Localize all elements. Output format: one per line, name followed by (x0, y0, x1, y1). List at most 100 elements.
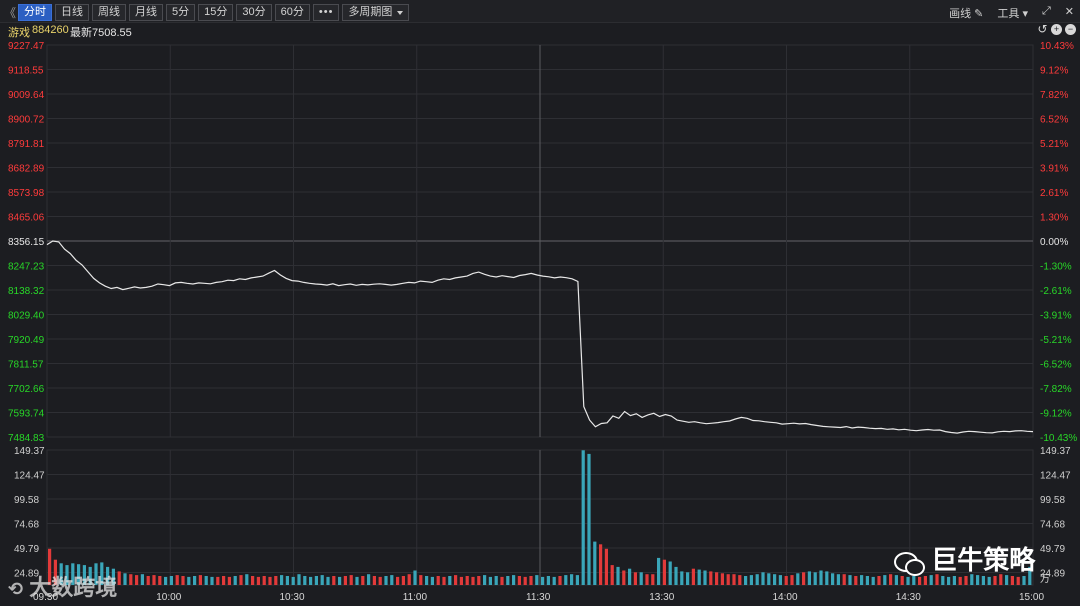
volume-bar (372, 576, 376, 585)
pct-tick-label: 7.82% (1040, 90, 1068, 101)
volume-bar (233, 576, 237, 585)
left-watermark: ⟲ 大数跨境 (8, 570, 117, 602)
volume-bar (610, 565, 614, 585)
volume-bar (338, 576, 342, 585)
volume-bar (877, 576, 881, 585)
price-tick-label: 8138.32 (8, 286, 45, 297)
volume-bar (488, 576, 492, 585)
volume-bar (442, 576, 446, 585)
volume-bar (1010, 576, 1014, 585)
volume-bar (401, 576, 405, 585)
pct-tick-label: -5.21% (1040, 335, 1072, 346)
volume-tick-label-right: 124.47 (1040, 471, 1071, 482)
volume-bar (245, 574, 249, 585)
volume-bar (604, 548, 608, 585)
volume-bar (164, 576, 168, 585)
volume-bar (146, 576, 150, 585)
price-tick-label: 7484.83 (8, 433, 45, 444)
right-watermark: 巨牛策略 (894, 540, 1035, 577)
intraday-chart[interactable]: 9227.47 10.43% 9118.55 9.12% 9009.64 7.82% 890… (0, 0, 1080, 606)
price-tick-label: 8791.81 (8, 139, 45, 150)
volume-bar (349, 575, 353, 585)
volume-bar (314, 576, 318, 585)
volume-bar (570, 574, 574, 585)
volume-bar (883, 575, 887, 585)
pct-tick-label: -9.12% (1040, 409, 1072, 420)
pct-tick-label: 9.12% (1040, 66, 1068, 77)
volume-bar (1022, 576, 1026, 585)
volume-bar (378, 576, 382, 585)
price-tick-label: 8247.23 (8, 262, 45, 273)
pct-tick-label: 6.52% (1040, 115, 1068, 126)
volume-tick-label: 99.58 (14, 495, 39, 506)
volume-bar (251, 576, 255, 585)
volume-bar (651, 574, 655, 585)
volume-bar (918, 576, 922, 585)
volume-bar (773, 574, 777, 585)
volume-bar (842, 574, 846, 585)
volume-bar (964, 576, 968, 585)
volume-bar (483, 575, 487, 585)
wechat-icon (894, 550, 925, 577)
volume-bar (169, 576, 173, 585)
volume-bar (280, 575, 284, 585)
pct-tick-label: -6.52% (1040, 360, 1072, 371)
volume-bar (436, 576, 440, 585)
volume-bar (332, 576, 336, 585)
volume-bar (181, 576, 185, 585)
pct-tick-label: 1.30% (1040, 213, 1068, 224)
volume-bar (285, 576, 289, 585)
volume-bar (720, 573, 724, 585)
price-tick-label: 9227.47 (8, 41, 45, 52)
volume-bar (587, 453, 591, 585)
volume-bar (865, 576, 869, 585)
volume-bar (262, 576, 266, 585)
volume-unit-label: 万 (1040, 574, 1050, 585)
volume-bar (593, 541, 597, 585)
volume-bar (900, 576, 904, 585)
volume-bar (193, 576, 197, 585)
volume-bar (871, 576, 875, 585)
pct-tick-label: -3.91% (1040, 311, 1072, 322)
pct-tick-label: 5.21% (1040, 139, 1068, 150)
volume-bar (645, 574, 649, 585)
price-tick-label: 9009.64 (8, 90, 45, 101)
volume-bar (993, 576, 997, 585)
volume-bar (140, 574, 144, 585)
volume-bar (981, 576, 985, 585)
right-watermark-text: 巨牛策略 (931, 545, 1036, 575)
volume-bar (500, 576, 504, 585)
volume-bar (222, 576, 226, 585)
volume-bar (465, 576, 469, 585)
volume-bar (674, 566, 678, 585)
volume-tick-label-right: 149.37 (1040, 446, 1071, 457)
price-tick-label: 8465.06 (8, 213, 45, 224)
volume-bar (407, 574, 411, 585)
pct-tick-label: 3.91% (1040, 164, 1068, 175)
volume-bar (413, 570, 417, 585)
volume-bar (657, 557, 661, 585)
volume-bar (239, 575, 243, 585)
volume-bar (384, 576, 388, 585)
volume-bar (761, 572, 765, 585)
volume-bar (860, 575, 864, 585)
volume-bar (923, 576, 927, 585)
volume-tick-label-right: 99.58 (1040, 495, 1065, 506)
volume-bar (755, 574, 759, 585)
volume-bar (506, 576, 510, 585)
volume-bar (622, 570, 626, 585)
volume-bar (744, 576, 748, 585)
volume-bar (477, 576, 481, 585)
volume-bar (204, 576, 208, 585)
time-tick-label: 11:30 (526, 592, 551, 603)
volume-bar (535, 575, 539, 585)
pct-tick-label: -10.43% (1040, 433, 1077, 444)
volume-bar (912, 576, 916, 585)
pct-tick-label: -7.82% (1040, 384, 1072, 395)
volume-bar (471, 576, 475, 585)
volume-tick-label: 74.68 (14, 520, 39, 531)
volume-bar (303, 576, 307, 585)
volume-bar (1016, 576, 1020, 585)
volume-bar (575, 575, 579, 585)
volume-bar (117, 571, 121, 585)
